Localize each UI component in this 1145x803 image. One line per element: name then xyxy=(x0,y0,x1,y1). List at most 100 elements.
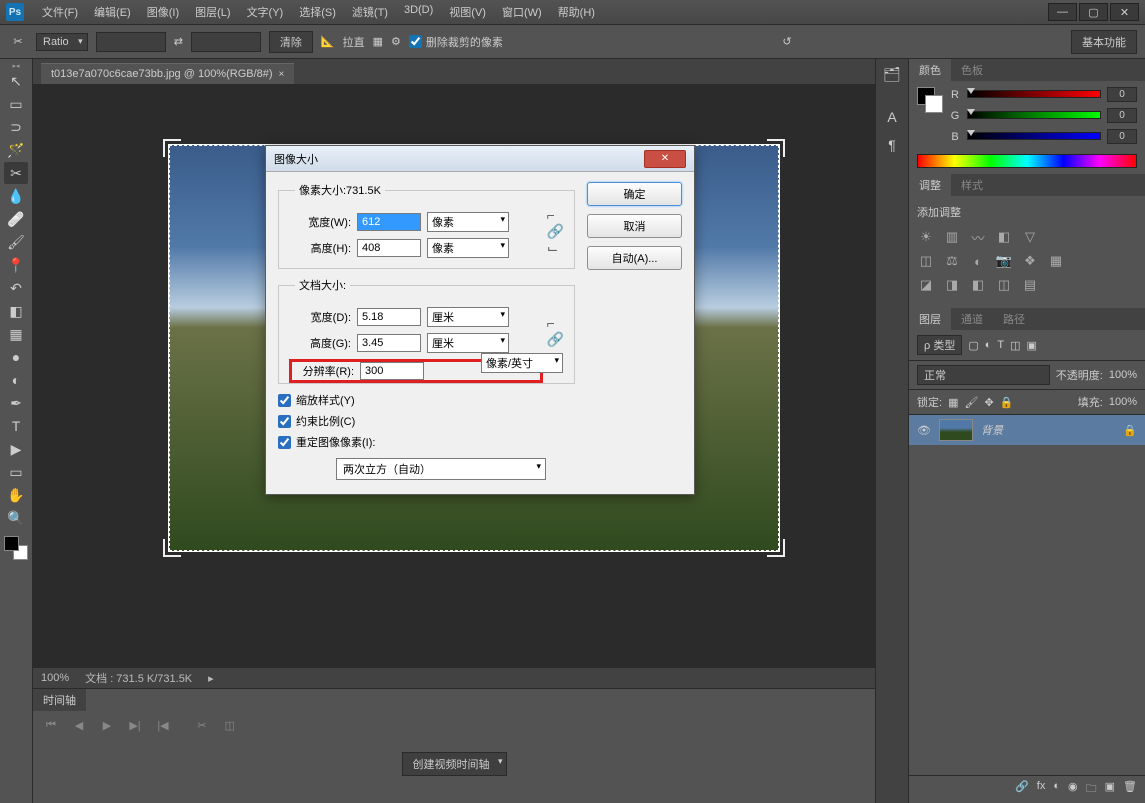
straighten-icon[interactable]: 📐 xyxy=(321,35,335,48)
lock-pos-icon[interactable]: ✥ xyxy=(984,396,993,409)
new-layer-icon[interactable]: ▣ xyxy=(1105,780,1115,799)
height-h-unit[interactable]: 像素 xyxy=(427,238,509,258)
channels-tab[interactable]: 通道 xyxy=(951,308,993,330)
height-g-unit[interactable]: 厘米 xyxy=(427,333,509,353)
r-slider[interactable] xyxy=(967,90,1101,100)
adj-posterize-icon[interactable]: ◨ xyxy=(943,276,961,294)
doc-info[interactable]: 文档 : 731.5 K/731.5K xyxy=(85,670,192,686)
adj-curves-icon[interactable]: 〰 xyxy=(969,228,987,246)
move-tool[interactable]: ↖ xyxy=(4,70,28,92)
adj-hue-icon[interactable]: ◫ xyxy=(917,252,935,270)
tl-next-icon[interactable]: ▶| xyxy=(125,717,145,733)
lock-all-icon[interactable]: 🔒 xyxy=(1000,396,1014,409)
swap-icon[interactable]: ⇄ xyxy=(174,35,183,48)
mask-icon[interactable]: ◐ xyxy=(1053,780,1060,799)
eraser-tool[interactable]: ◧ xyxy=(4,300,28,322)
adj-balance-icon[interactable]: ⚖ xyxy=(943,252,961,270)
blend-mode-select[interactable]: 正常 xyxy=(917,365,1050,385)
adj-levels-icon[interactable]: ▥ xyxy=(943,228,961,246)
history-brush-tool[interactable]: ↶ xyxy=(4,277,28,299)
layers-tab[interactable]: 图层 xyxy=(909,308,951,330)
ratio-w-input[interactable] xyxy=(96,32,166,52)
grid-icon[interactable]: ▦ xyxy=(373,35,383,48)
tl-first-icon[interactable]: ⏮ xyxy=(41,717,61,733)
document-tab[interactable]: t013e7a070c6cae73bb.jpg @ 100%(RGB/8#) × xyxy=(41,63,294,84)
resolution-input[interactable]: 300 xyxy=(360,362,424,380)
tl-cut-icon[interactable]: ✂ xyxy=(192,717,212,733)
ratio-h-input[interactable] xyxy=(191,32,261,52)
dialog-titlebar[interactable]: 图像大小 ✕ xyxy=(266,146,694,172)
workspace-switcher[interactable]: 基本功能 xyxy=(1071,30,1137,54)
color-bg[interactable] xyxy=(925,95,943,113)
lasso-tool[interactable]: ⊃ xyxy=(4,116,28,138)
filter-adjust-icon[interactable]: ◐ xyxy=(985,339,992,351)
toolbar-grip[interactable]: ▸◂ xyxy=(5,63,27,69)
reset-icon[interactable]: ↺ xyxy=(782,35,791,48)
tl-play-icon[interactable]: ▶ xyxy=(97,717,117,733)
healing-tool[interactable]: 🩹 xyxy=(4,208,28,230)
pen-tool[interactable]: ✒ xyxy=(4,392,28,414)
tl-prev-icon[interactable]: ◀ xyxy=(69,717,89,733)
maximize-button[interactable]: ▢ xyxy=(1079,3,1108,21)
tl-transition-icon[interactable]: ◫ xyxy=(220,717,240,733)
lock-pixel-icon[interactable]: 🖌 xyxy=(964,396,978,409)
adj-bw-icon[interactable]: ◐ xyxy=(969,252,987,270)
adjustment-layer-icon[interactable]: ◉ xyxy=(1068,780,1078,799)
zoom-tool[interactable]: 🔍 xyxy=(4,507,28,529)
gradient-tool[interactable]: ▦ xyxy=(4,323,28,345)
quick-select-tool[interactable]: 🪄 xyxy=(4,139,28,161)
blur-tool[interactable]: ● xyxy=(4,346,28,368)
g-slider[interactable] xyxy=(967,111,1101,121)
cancel-button[interactable]: 取消 xyxy=(587,214,682,238)
paths-tab[interactable]: 路径 xyxy=(993,308,1035,330)
menu-filter[interactable]: 滤镜(T) xyxy=(344,0,396,24)
brush-tool[interactable]: 🖌 xyxy=(4,231,28,253)
menu-file[interactable]: 文件(F) xyxy=(34,0,86,24)
width-w-input[interactable]: 612 xyxy=(357,213,421,231)
gear-icon[interactable]: ⚙ xyxy=(391,35,401,48)
adj-exposure-icon[interactable]: ◧ xyxy=(995,228,1013,246)
dodge-tool[interactable]: ◐ xyxy=(4,369,28,391)
menu-view[interactable]: 视图(V) xyxy=(441,0,494,24)
dialog-close-button[interactable]: ✕ xyxy=(644,150,686,168)
filter-type-icon[interactable]: T xyxy=(997,339,1004,351)
zoom-level[interactable]: 100% xyxy=(41,672,69,684)
height-h-input[interactable]: 408 xyxy=(357,239,421,257)
scale-styles-checkbox[interactable]: 缩放样式(Y) xyxy=(278,392,575,408)
delete-cropped-checkbox[interactable]: 删除裁剪的像素 xyxy=(409,34,503,50)
constrain-input[interactable] xyxy=(278,415,291,428)
resample-checkbox[interactable]: 重定图像像素(I): xyxy=(278,434,575,450)
tl-back-icon[interactable]: |◀ xyxy=(153,717,173,733)
ok-button[interactable]: 确定 xyxy=(587,182,682,206)
visibility-icon[interactable]: 👁 xyxy=(917,424,931,437)
crop-handle-br[interactable] xyxy=(767,539,785,557)
scale-styles-input[interactable] xyxy=(278,394,291,407)
paragraph-panel-icon[interactable]: ¶ xyxy=(881,134,903,156)
adj-threshold-icon[interactable]: ◧ xyxy=(969,276,987,294)
close-button[interactable]: ✕ xyxy=(1110,3,1139,21)
path-select-tool[interactable]: ▶ xyxy=(4,438,28,460)
crop-handle-tr[interactable] xyxy=(767,139,785,157)
fill-value[interactable]: 100% xyxy=(1109,396,1137,408)
ratio-select[interactable]: Ratio xyxy=(36,33,88,51)
fg-color[interactable] xyxy=(4,536,19,551)
eyedropper-tool[interactable]: 💧 xyxy=(4,185,28,207)
b-value[interactable]: 0 xyxy=(1107,129,1137,144)
filter-shape-icon[interactable]: ◫ xyxy=(1010,339,1020,352)
marquee-tool[interactable]: ▭ xyxy=(4,93,28,115)
r-value[interactable]: 0 xyxy=(1107,87,1137,102)
fx-icon[interactable]: fx xyxy=(1037,780,1046,799)
tab-close-icon[interactable]: × xyxy=(279,69,285,80)
menu-window[interactable]: 窗口(W) xyxy=(494,0,550,24)
filter-smart-icon[interactable]: ▣ xyxy=(1027,339,1037,352)
color-swatch[interactable] xyxy=(4,536,28,560)
constrain-link-icon[interactable]: ⌐🔗⌙ xyxy=(547,207,564,257)
type-tool[interactable]: T xyxy=(4,415,28,437)
adj-photo-filter-icon[interactable]: 📷 xyxy=(995,252,1013,270)
constrain-checkbox[interactable]: 约束比例(C) xyxy=(278,413,575,429)
width-d-input[interactable]: 5.18 xyxy=(357,308,421,326)
auto-button[interactable]: 自动(A)... xyxy=(587,246,682,270)
menu-help[interactable]: 帮助(H) xyxy=(550,0,603,24)
crop-handle-bl[interactable] xyxy=(163,539,181,557)
adjustments-tab[interactable]: 调整 xyxy=(909,174,951,196)
